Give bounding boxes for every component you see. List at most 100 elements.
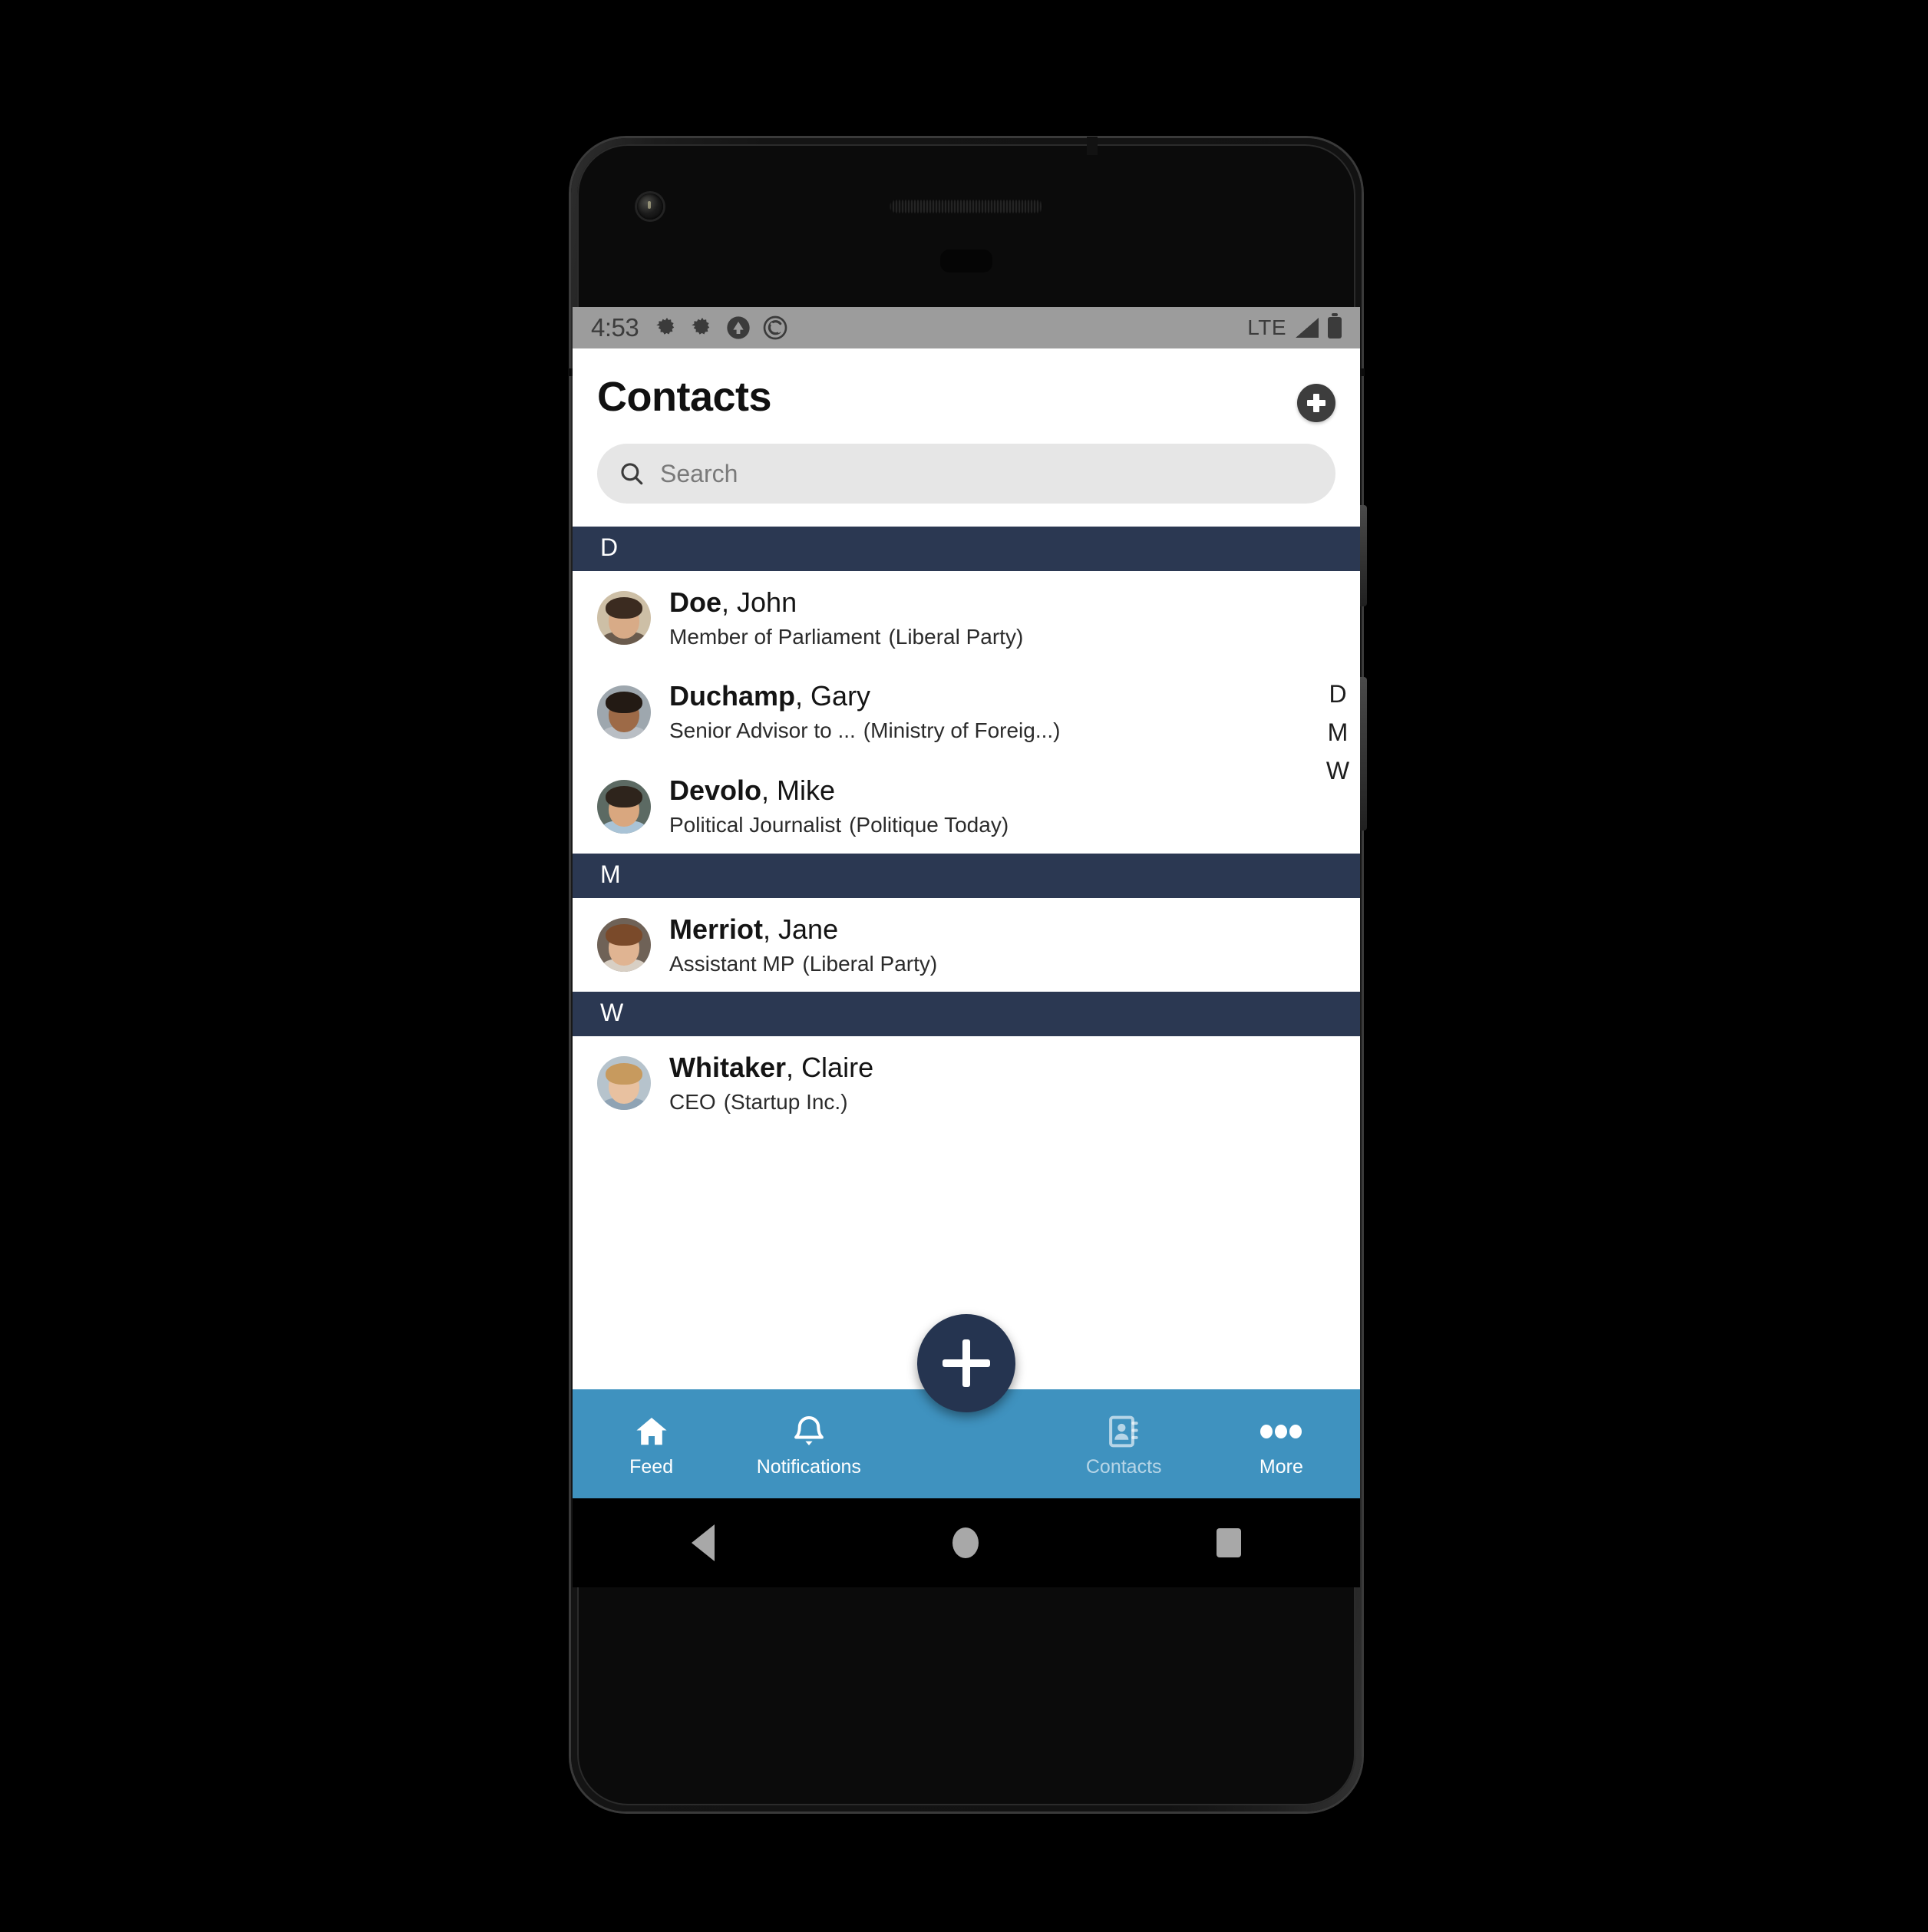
status-left-icons <box>655 315 787 340</box>
index-letter-m[interactable]: M <box>1328 717 1349 748</box>
contact-name-separator: , <box>795 680 811 712</box>
contact-role-title: CEO <box>669 1089 716 1114</box>
contact-list: D Doe, John Member of Parliament (Liberal P… <box>573 527 1360 1131</box>
contact-role: CEO (Startup Inc.) <box>669 1088 873 1117</box>
search-section: Search <box>573 422 1360 527</box>
nav-item-notifications[interactable]: Notifications <box>730 1412 887 1477</box>
avatar-hair <box>606 1062 642 1085</box>
battery-icon <box>1328 313 1342 339</box>
contact-role: Member of Parliament (Liberal Party) <box>669 623 1023 652</box>
contact-last-name: Doe <box>669 586 722 618</box>
signal-icon <box>1296 318 1319 338</box>
section-header-w: W <box>573 992 1360 1036</box>
nav-item-feed[interactable]: Feed <box>573 1412 730 1477</box>
add-contact-fab[interactable] <box>917 1314 1015 1412</box>
contact-row[interactable]: Duchamp, Gary Senior Advisor to ... (Minis… <box>573 665 1360 760</box>
section-header-d: D <box>573 527 1360 571</box>
contact-role-title: Assistant MP <box>669 951 795 976</box>
contact-last-name: Merriot <box>669 913 764 945</box>
gear-icon <box>691 316 714 339</box>
contact-book-icon <box>1102 1412 1145 1451</box>
contact-last-name: Devolo <box>669 774 762 807</box>
recents-button[interactable] <box>1217 1528 1241 1557</box>
earpiece-speaker <box>890 200 1043 213</box>
alphabet-index-scroller[interactable]: DMW <box>1320 666 1355 803</box>
index-letter-w[interactable]: W <box>1326 755 1349 786</box>
avatar-hair <box>606 692 642 714</box>
app-header: Contacts <box>573 348 1360 422</box>
contact-name: Doe, John <box>669 585 1023 619</box>
nav-item-more[interactable]: More <box>1203 1412 1360 1477</box>
page-title: Contacts <box>597 374 772 420</box>
contact-organization: (Politique Today) <box>849 813 1009 837</box>
contact-role-title: Political Journalist <box>669 813 842 837</box>
phone-screen: 4:53 LTE Contacts Search D Doe, John Mem… <box>573 307 1360 1498</box>
status-right-icons: LTE <box>1247 313 1342 340</box>
avatar-hair <box>606 597 642 619</box>
contact-row[interactable]: Whitaker, Claire CEO (Startup Inc.) <box>573 1035 1360 1131</box>
contact-organization: (Liberal Party) <box>888 624 1024 649</box>
nav-label: Feed <box>629 1455 674 1478</box>
contact-first-name: John <box>737 586 797 618</box>
contact-texts: Whitaker, Claire CEO (Startup Inc.) <box>669 1050 873 1117</box>
bell-icon <box>787 1412 830 1451</box>
index-letter-d[interactable]: D <box>1329 679 1346 709</box>
gear-icon <box>655 316 678 339</box>
ellipsis-icon <box>1259 1412 1302 1451</box>
avatar <box>597 685 651 739</box>
contact-row[interactable]: Doe, John Member of Parliament (Liberal Pa… <box>573 570 1360 665</box>
search-icon <box>619 461 645 487</box>
contact-organization: (Liberal Party) <box>802 951 938 976</box>
power-button[interactable] <box>1360 505 1367 606</box>
add-contact-header-button[interactable] <box>1297 384 1335 422</box>
contact-role: Senior Advisor to ... (Ministry of Foreig… <box>669 716 1061 745</box>
plus-circle-icon <box>1306 393 1326 413</box>
contact-texts: Merriot, Jane Assistant MP (Liberal Party) <box>669 912 937 979</box>
contact-texts: Devolo, Mike Political Journalist (Politiq… <box>669 773 1009 840</box>
volume-button[interactable] <box>1360 677 1367 831</box>
no-sync-circle-icon <box>763 315 787 340</box>
contact-name: Duchamp, Gary <box>669 679 1061 713</box>
avatar <box>597 1056 651 1111</box>
home-button[interactable] <box>952 1527 979 1558</box>
contact-role-title: Member of Parliament <box>669 624 881 649</box>
network-type-label: LTE <box>1247 315 1286 339</box>
nav-label: Notifications <box>756 1455 861 1478</box>
contact-texts: Doe, John Member of Parliament (Liberal Pa… <box>669 585 1023 652</box>
contact-first-name: Jane <box>778 913 839 945</box>
contact-row[interactable]: Merriot, Jane Assistant MP (Liberal Party) <box>573 897 1360 992</box>
back-button[interactable] <box>692 1524 715 1561</box>
avatar-hair <box>606 785 642 807</box>
contact-name: Devolo, Mike <box>669 773 1009 807</box>
contact-last-name: Duchamp <box>669 680 796 712</box>
contact-row[interactable]: Devolo, Mike Political Journalist (Politiq… <box>573 759 1360 854</box>
status-time: 4:53 <box>591 313 639 342</box>
contact-name-separator: , <box>761 774 777 807</box>
section-header-m: M <box>573 853 1360 898</box>
contact-role-title: Senior Advisor to ... <box>669 718 856 743</box>
plus-icon <box>943 1339 990 1387</box>
contact-name-separator: , <box>721 586 738 618</box>
avatar <box>597 779 651 834</box>
contact-role: Political Journalist (Politique Today) <box>669 811 1009 840</box>
search-input[interactable]: Search <box>597 444 1335 504</box>
nav-item-contacts[interactable]: Contacts <box>1045 1412 1203 1477</box>
contact-name: Whitaker, Claire <box>669 1050 873 1085</box>
android-navigation-bar <box>573 1498 1360 1587</box>
contact-name-separator: , <box>786 1051 802 1083</box>
chevron-up-circle-icon <box>726 315 751 340</box>
nav-label: Contacts <box>1085 1455 1162 1478</box>
screenshot-stage: 4:53 LTE Contacts Search D Doe, John Mem… <box>0 0 1928 1932</box>
proximity-sensor <box>940 249 992 272</box>
status-bar: 4:53 LTE <box>573 307 1360 348</box>
contact-texts: Duchamp, Gary Senior Advisor to ... (Minis… <box>669 679 1061 745</box>
contact-organization: (Ministry of Foreig...) <box>863 718 1061 743</box>
contact-name-separator: , <box>763 913 779 945</box>
contact-last-name: Whitaker <box>669 1051 787 1083</box>
contact-role: Assistant MP (Liberal Party) <box>669 949 937 979</box>
avatar <box>597 590 651 645</box>
search-placeholder: Search <box>660 459 738 487</box>
avatar <box>597 917 651 972</box>
contact-first-name: Mike <box>777 774 836 807</box>
nav-label: More <box>1259 1455 1303 1478</box>
